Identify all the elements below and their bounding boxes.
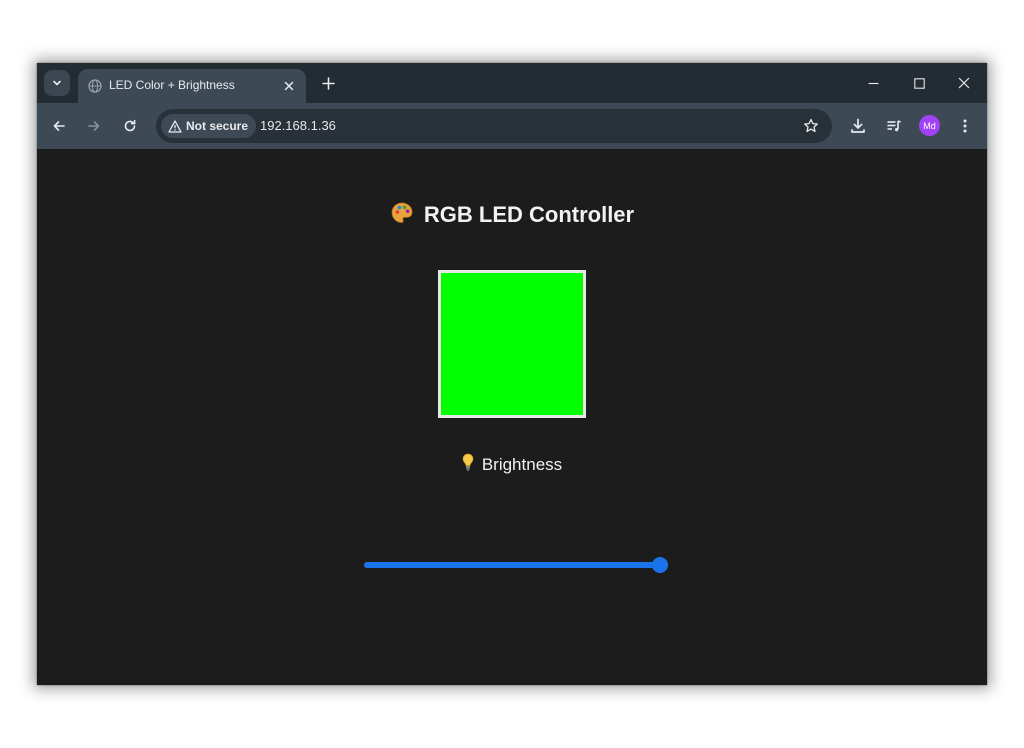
slider-thumb[interactable] [652,557,668,573]
queue-music-icon [887,120,901,132]
plus-icon [321,76,335,90]
brightness-label: Brightness [481,455,563,474]
tab-search-button[interactable] [44,70,70,96]
brightness-label-row: Brightness [37,453,987,475]
color-preview-swatch [438,270,586,418]
reload-button[interactable] [116,112,144,140]
close-icon [958,77,970,89]
maximize-button[interactable] [897,69,941,97]
tab-title: LED Color + Brightness [109,78,235,92]
new-tab-button[interactable] [316,71,340,95]
minimize-icon [868,82,878,84]
security-label: Not secure [186,119,249,133]
browser-menu-button[interactable] [951,112,979,140]
reload-icon [124,119,136,132]
slider-fill [364,562,660,568]
tab-active[interactable]: LED Color + Brightness [78,69,306,103]
arrow-left-icon [53,121,65,131]
tab-strip: LED Color + Brightness [37,63,987,103]
download-icon [851,118,865,133]
page-content: RGB LED Controller Brightness [37,149,987,685]
downloads-button[interactable] [844,112,872,140]
security-chip[interactable]: Not secure [161,114,257,138]
globe-icon [88,79,102,93]
maximize-icon [913,77,925,89]
star-icon [804,118,818,133]
address-bar[interactable]: Not secure 192.168.1.36 [156,109,832,143]
page-title-row: RGB LED Controller [37,201,987,228]
profile-avatar[interactable]: Md [919,115,940,136]
media-controls-button[interactable] [880,112,908,140]
back-button[interactable] [45,112,73,140]
close-window-button[interactable] [942,69,986,97]
chevron-down-icon [53,80,61,86]
more-vertical-icon [963,119,967,133]
tab-close-button[interactable] [280,77,298,95]
close-icon [284,81,294,91]
forward-button[interactable] [80,112,108,140]
lightbulb-icon [462,453,474,471]
bookmark-button[interactable] [800,115,822,137]
url-text[interactable]: 192.168.1.36 [260,118,336,133]
minimize-button[interactable] [851,69,895,97]
warning-icon [168,119,182,133]
arrow-right-icon [88,121,100,131]
browser-toolbar: Not secure 192.168.1.36 Md [37,103,987,149]
palette-icon [391,202,413,223]
page-title: RGB LED Controller [423,202,635,227]
brightness-slider[interactable] [364,557,668,573]
browser-window: LED Color + Brightness Not secure 192.16… [37,63,987,685]
